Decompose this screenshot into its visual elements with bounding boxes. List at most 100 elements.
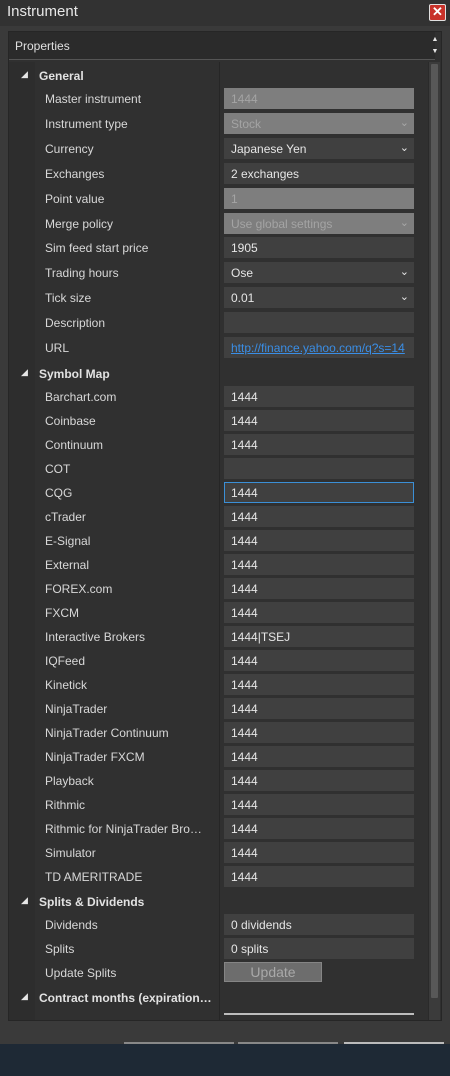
background-button-edge xyxy=(238,1042,338,1044)
field-value: 1444 xyxy=(231,750,258,764)
property-label: Splits xyxy=(45,942,75,956)
title-bar[interactable]: Instrument ✕ xyxy=(0,0,450,26)
property-row-cot: COT xyxy=(9,457,427,481)
cot-field[interactable] xyxy=(224,458,414,479)
iqfeed-field[interactable]: 1444 xyxy=(224,650,414,671)
currency-dropdown[interactable]: Japanese Yen ⌄ xyxy=(224,137,414,159)
property-row-interactive-brokers: Interactive Brokers 1444|TSEJ xyxy=(9,625,427,649)
property-label: FOREX.com xyxy=(45,582,113,596)
simulator-field[interactable]: 1444 xyxy=(224,842,414,863)
field-value: 1444 xyxy=(231,558,258,572)
scrollbar-thumb[interactable] xyxy=(431,64,438,998)
url-field[interactable]: http://finance.yahoo.com/q?s=14 xyxy=(224,337,414,358)
property-label: Update Splits xyxy=(45,966,117,980)
category-contract-months-expiration[interactable]: ◢ Contract months (expiration… xyxy=(9,987,427,1009)
property-label: Description xyxy=(45,316,106,331)
field-value: 1444|TSEJ xyxy=(231,630,291,644)
property-label: cTrader xyxy=(45,510,86,524)
property-label: Kinetick xyxy=(45,678,88,692)
sim-feed-start-price-field[interactable]: 1905 xyxy=(224,237,414,259)
ninjatrader-field[interactable]: 1444 xyxy=(224,698,414,719)
field-value: 1444 xyxy=(231,92,258,106)
field-value: Ose xyxy=(231,266,254,281)
category-splits-dividends[interactable]: ◢ Splits & Dividends xyxy=(9,891,427,913)
category-symbol-map[interactable]: ◢ Symbol Map xyxy=(9,363,427,385)
close-button[interactable]: ✕ xyxy=(429,4,446,21)
property-label: Rithmic for NinjaTrader Bro… xyxy=(45,822,202,836)
property-row-e-signal: E-Signal 1444 xyxy=(9,529,427,553)
property-label: Instrument type xyxy=(45,116,128,131)
ctrader-field[interactable]: 1444 xyxy=(224,506,414,527)
field-value: 1444 xyxy=(231,774,258,788)
field-value: 1 xyxy=(231,191,238,206)
property-row-rithmic-for-ninjatrader-bro: Rithmic for NinjaTrader Bro… 1444 xyxy=(9,817,427,841)
category-label: General xyxy=(39,69,84,83)
trading-hours-dropdown[interactable]: Ose ⌄ xyxy=(224,262,414,284)
chevron-down-icon[interactable]: ⌄ xyxy=(400,265,409,278)
chevron-down-icon: ⌄ xyxy=(399,216,409,229)
splits-field[interactable]: 0 splits xyxy=(224,938,414,959)
update-splits-button[interactable]: Update xyxy=(224,962,322,982)
field-value: 0 splits xyxy=(231,942,269,956)
interactive-brokers-field[interactable]: 1444|TSEJ xyxy=(224,626,414,647)
property-label: Tick size xyxy=(45,291,92,306)
property-label: FXCM xyxy=(45,606,79,620)
property-row-external: External 1444 xyxy=(9,553,427,577)
property-row-update-splits: Update Splits Update xyxy=(9,961,427,985)
property-label: External xyxy=(45,558,90,572)
property-label: Master instrument xyxy=(45,92,142,106)
property-label: COT xyxy=(45,462,71,476)
forex-com-field[interactable]: 1444 xyxy=(224,578,414,599)
expand-arrow-icon[interactable]: ◢ xyxy=(21,367,28,378)
property-row-continuum: Continuum 1444 xyxy=(9,433,427,457)
continuum-field[interactable]: 1444 xyxy=(224,434,414,455)
exchanges-field[interactable]: 2 exchanges xyxy=(224,162,414,184)
property-row-ninjatrader-continuum: NinjaTrader Continuum 1444 xyxy=(9,721,427,745)
rithmic-for-ninjatrader-bro-field[interactable]: 1444 xyxy=(224,818,414,839)
master-instrument-field: 1444 xyxy=(224,88,414,109)
kinetick-field[interactable]: 1444 xyxy=(224,674,414,695)
fxcm-field[interactable]: 1444 xyxy=(224,602,414,623)
property-row-exchanges: Exchanges 2 exchanges xyxy=(9,162,427,186)
scroll-up-icon[interactable]: ▲ xyxy=(430,34,440,46)
dividends-field[interactable]: 0 dividends xyxy=(224,914,414,935)
chevron-down-icon[interactable]: ⌄ xyxy=(400,141,409,154)
desktop-background xyxy=(0,1044,450,1076)
ninjatrader-continuum-field[interactable]: 1444 xyxy=(224,722,414,743)
property-label: NinjaTrader xyxy=(45,702,108,716)
e-signal-field[interactable]: 1444 xyxy=(224,530,414,551)
property-row-coinbase: Coinbase 1444 xyxy=(9,409,427,433)
field-value: Use global settings xyxy=(231,216,333,231)
td-ameritrade-field[interactable]: 1444 xyxy=(224,866,414,887)
merge-policy-dropdown: Use global settings ⌄ xyxy=(224,212,414,234)
ninjatrader-fxcm-field[interactable]: 1444 xyxy=(224,746,414,767)
property-row-td-ameritrade: TD AMERITRADE 1444 xyxy=(9,865,427,889)
property-label: IQFeed xyxy=(45,654,86,668)
chevron-down-icon[interactable]: ⌄ xyxy=(400,290,409,303)
expand-arrow-icon[interactable]: ◢ xyxy=(21,991,28,1002)
cqg-field[interactable]: 1444 xyxy=(224,482,414,503)
field-value: 1444 xyxy=(231,414,258,428)
property-row-dividends: Dividends 0 dividends xyxy=(9,913,427,937)
external-field[interactable]: 1444 xyxy=(224,554,414,575)
description-field[interactable] xyxy=(224,312,414,334)
property-label: Playback xyxy=(45,774,94,788)
category-general[interactable]: ◢ General xyxy=(9,65,427,87)
expand-arrow-icon[interactable]: ◢ xyxy=(21,69,28,80)
property-row-barchart-com: Barchart.com 1444 xyxy=(9,385,427,409)
scroll-down-icon[interactable]: ▼ xyxy=(430,46,440,58)
barchart-com-field[interactable]: 1444 xyxy=(224,386,414,407)
vertical-scrollbar[interactable] xyxy=(428,62,440,1020)
tick-size-dropdown[interactable]: 0.01 ⌄ xyxy=(224,287,414,309)
playback-field[interactable]: 1444 xyxy=(224,770,414,791)
properties-header: Properties xyxy=(9,32,435,60)
coinbase-field[interactable]: 1444 xyxy=(224,410,414,431)
expand-arrow-icon[interactable]: ◢ xyxy=(21,895,28,906)
field-value: 1444 xyxy=(231,486,258,500)
field-value: 0.01 xyxy=(231,291,255,306)
field-value: 1444 xyxy=(231,870,258,884)
rithmic-field[interactable]: 1444 xyxy=(224,794,414,815)
field-value: 2 exchanges xyxy=(231,166,300,181)
contract-months-field[interactable] xyxy=(224,1013,414,1015)
instrument-window: Instrument ✕ Properties ▲ ▼ ◢ General Mast… xyxy=(0,0,450,1044)
